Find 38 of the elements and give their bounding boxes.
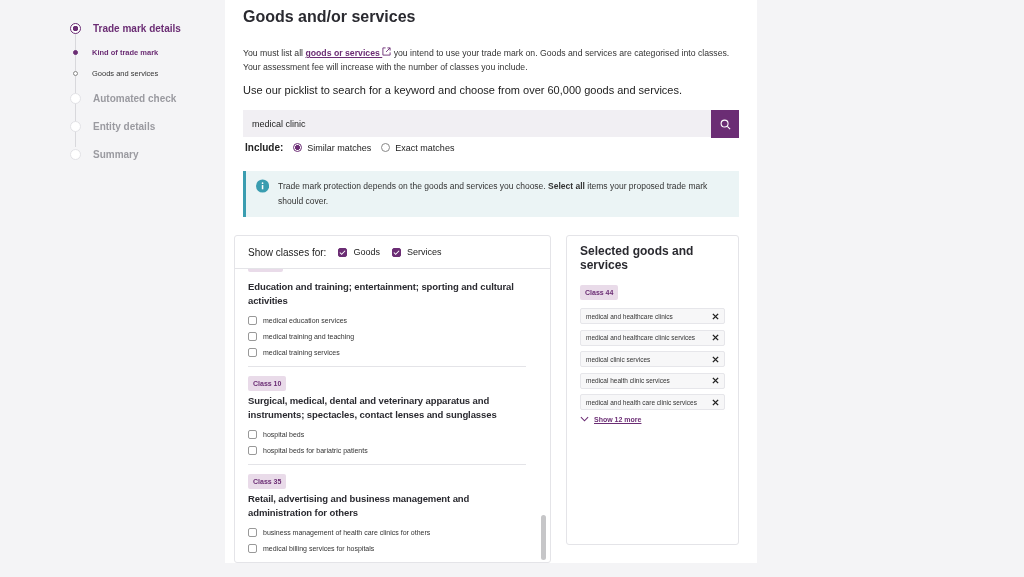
- checkbox-label[interactable]: Goods: [353, 247, 380, 257]
- page-heading: Goods and/or services: [243, 8, 417, 26]
- checkbox[interactable]: [248, 445, 257, 455]
- chevron-down-icon: [580, 416, 589, 422]
- scrollbar-thumb[interactable]: [541, 515, 546, 560]
- remove-icon[interactable]: [712, 312, 719, 320]
- checkbox[interactable]: [248, 315, 257, 325]
- external-link-icon: [382, 47, 392, 56]
- radio-button[interactable]: [293, 143, 303, 152]
- filter-label: Show classes for:: [248, 246, 327, 258]
- step-label[interactable]: Trade mark details: [93, 22, 181, 34]
- radio-label[interactable]: Similar matches: [307, 142, 372, 153]
- lead-text: Use our picklist to search for a keyword and choose from over 60,000 goods and services.: [243, 84, 683, 96]
- checkbox[interactable]: [248, 429, 257, 439]
- class-title: Retail, advertising and business management and administration for others: [248, 492, 471, 520]
- intro-paragraph: You must list all goods or services you intend to use your trade mark on. Goods and services are categorised into classes. Your assessment fee will increase with the number of classes you include.: [243, 46, 731, 74]
- class-title: Education and training; entertainment; sporting and cultural activities: [248, 280, 515, 308]
- remove-icon[interactable]: [712, 355, 719, 363]
- search-field[interactable]: medical clinic: [243, 110, 712, 137]
- radio-label[interactable]: Exact matches: [395, 142, 455, 153]
- selected-title: Selected goods and services: [580, 244, 695, 272]
- search-icon: [719, 118, 731, 130]
- goods-services-link[interactable]: goods or services: [305, 48, 392, 58]
- search-button[interactable]: [711, 110, 739, 138]
- checkbox-label[interactable]: Services: [406, 247, 442, 257]
- include-label: Include:: [245, 142, 284, 153]
- checkbox[interactable]: [391, 247, 401, 257]
- checkbox[interactable]: [338, 247, 348, 257]
- remove-icon[interactable]: [712, 334, 719, 341]
- checkbox[interactable]: [248, 543, 257, 553]
- checkbox[interactable]: [248, 331, 257, 341]
- remove-icon[interactable]: [712, 377, 719, 384]
- class-title: Surgical, medical, dental and veterinary apparatus and instruments; spectacles, contact lenses and sunglasses: [248, 394, 498, 422]
- info-icon: [256, 179, 270, 193]
- notice-text: Trade mark protection depends on the goods and services you choose. Select all items your proposed trade mark should cover.: [278, 180, 709, 208]
- checkbox[interactable]: [248, 527, 257, 537]
- remove-icon[interactable]: [712, 398, 719, 406]
- checkbox[interactable]: [248, 347, 257, 357]
